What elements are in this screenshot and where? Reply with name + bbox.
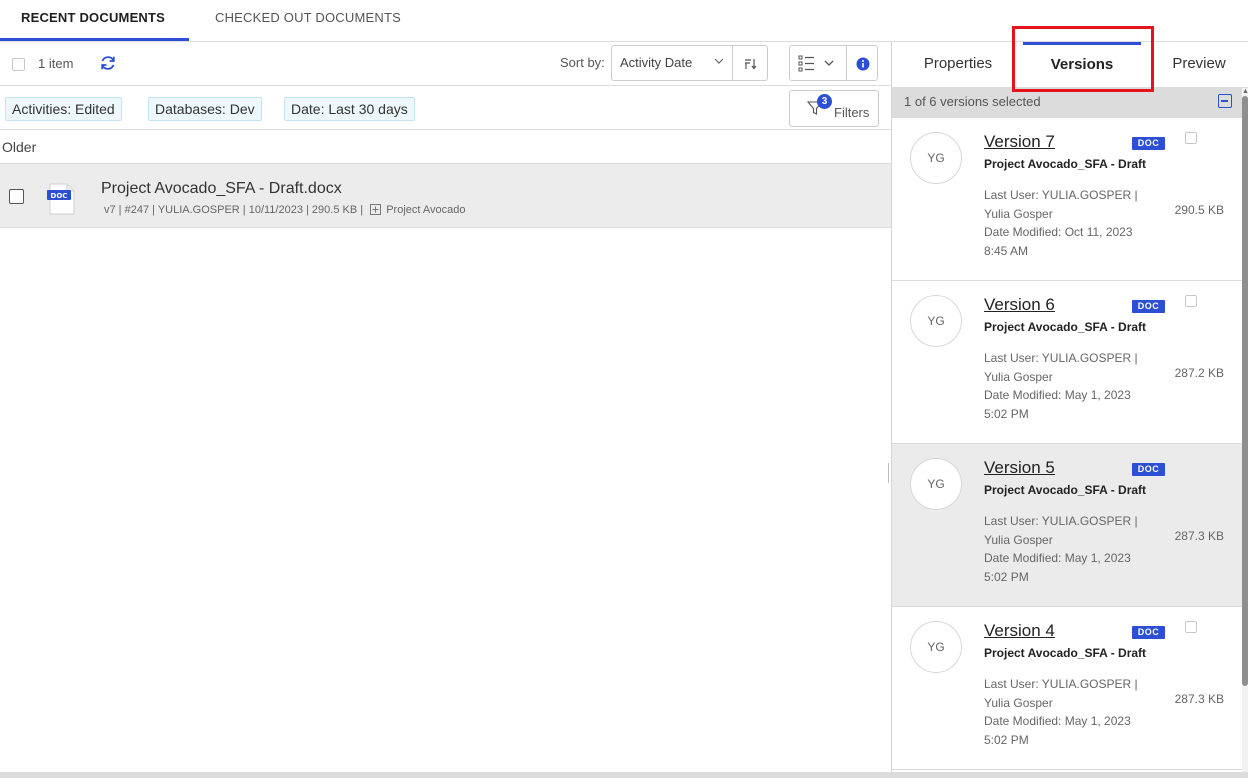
version-document-name: Project Avocado_SFA - Draft xyxy=(984,157,1147,171)
sort-direction-button[interactable] xyxy=(732,45,768,81)
tab-preview[interactable]: Preview xyxy=(1158,42,1240,88)
version-time-modified: 5:02 PM xyxy=(984,569,1029,584)
version-card[interactable]: YG Version 7 DOC Project Avocado_SFA - D… xyxy=(892,118,1242,281)
sort-direction-icon xyxy=(745,59,757,70)
version-size: 287.2 KB xyxy=(1174,366,1224,380)
version-details: Last User: YULIA.GOSPER | Yulia Gosper D… xyxy=(984,186,1164,260)
tab-checked-out-documents[interactable]: CHECKED OUT DOCUMENTS xyxy=(215,0,401,41)
version-title[interactable]: Version 7 xyxy=(984,132,1055,152)
versions-scrollbar-thumb[interactable] xyxy=(1242,96,1248,686)
version-card[interactable]: YG Version 4 DOC Project Avocado_SFA - D… xyxy=(892,607,1242,770)
version-details: Last User: YULIA.GOSPER | Yulia Gosper D… xyxy=(984,675,1164,749)
version-last-user: Last User: YULIA.GOSPER | xyxy=(984,514,1138,528)
list-view-icon xyxy=(798,55,834,72)
sort-by-value: Activity Date xyxy=(620,55,693,70)
version-size: 287.3 KB xyxy=(1174,529,1224,543)
doc-badge: DOC xyxy=(1132,626,1165,639)
version-last-user: Last User: YULIA.GOSPER | xyxy=(984,677,1138,691)
version-document-name: Project Avocado_SFA - Draft xyxy=(984,320,1147,334)
bottom-bar xyxy=(0,772,1248,778)
tab-versions[interactable]: Versions xyxy=(1023,42,1141,88)
view-mode-button[interactable] xyxy=(789,45,847,81)
info-button[interactable] xyxy=(846,45,878,81)
collapse-icon[interactable] xyxy=(1218,94,1232,108)
filters-label: Filters xyxy=(834,105,870,120)
version-time-modified: 8:45 AM xyxy=(984,243,1029,258)
doc-badge: DOC xyxy=(1132,463,1165,476)
tab-properties[interactable]: Properties xyxy=(902,42,1014,88)
avatar: YG xyxy=(910,621,962,673)
version-selection-text: 1 of 6 versions selected xyxy=(904,94,1041,109)
chevron-down-icon xyxy=(714,58,724,64)
avatar: YG xyxy=(910,295,962,347)
doc-file-icon: DOC xyxy=(47,183,75,215)
version-title[interactable]: Version 5 xyxy=(984,458,1055,478)
version-date-modified: Date Modified: May 1, 2023 xyxy=(984,714,1131,728)
version-selection-bar: 1 of 6 versions selected xyxy=(892,88,1242,118)
version-date-modified: Date Modified: Oct 11, 2023 xyxy=(984,225,1133,239)
version-date-modified: Date Modified: May 1, 2023 xyxy=(984,551,1131,565)
document-row[interactable]: DOC Project Avocado_SFA - Draft.docx v7 … xyxy=(0,164,891,228)
tab-recent-documents[interactable]: RECENT DOCUMENTS xyxy=(0,0,189,41)
version-document-name: Project Avocado_SFA - Draft xyxy=(984,646,1147,660)
scroll-up-arrow-icon[interactable]: ▲ xyxy=(1242,88,1248,96)
version-size: 287.3 KB xyxy=(1174,692,1224,706)
version-details: Last User: YULIA.GOSPER | Yulia Gosper D… xyxy=(984,349,1164,423)
doc-badge: DOC xyxy=(1132,300,1165,313)
version-time-modified: 5:02 PM xyxy=(984,406,1029,421)
info-icon xyxy=(856,57,870,71)
version-checkbox[interactable] xyxy=(1185,621,1197,633)
filters-count-badge: 3 xyxy=(817,94,832,109)
version-checkbox[interactable] xyxy=(1185,132,1197,144)
filters-button[interactable]: 3 Filters xyxy=(789,90,879,127)
avatar: YG xyxy=(910,132,962,184)
version-date-modified: Date Modified: May 1, 2023 xyxy=(984,388,1131,402)
version-document-name: Project Avocado_SFA - Draft xyxy=(984,483,1147,497)
document-workspace[interactable]: Project Avocado xyxy=(386,204,465,216)
version-checkbox[interactable] xyxy=(1185,295,1197,307)
version-card[interactable]: YG Version 6 DOC Project Avocado_SFA - D… xyxy=(892,281,1242,444)
version-title[interactable]: Version 6 xyxy=(984,295,1055,315)
doc-file-badge: DOC xyxy=(51,192,68,200)
filter-chip-databases[interactable]: Databases: Dev xyxy=(148,97,262,121)
version-card-selected[interactable]: YG Version 5 DOC Project Avocado_SFA - D… xyxy=(892,444,1242,607)
version-user-name: Yulia Gosper xyxy=(984,206,1053,221)
group-header-older: Older xyxy=(0,131,891,164)
version-last-user: Last User: YULIA.GOSPER | xyxy=(984,351,1138,365)
document-title[interactable]: Project Avocado_SFA - Draft.docx xyxy=(101,180,342,198)
version-user-name: Yulia Gosper xyxy=(984,532,1053,547)
document-list-pane: 1 item Sort by: Activity Date Activities… xyxy=(0,42,891,778)
item-count: 1 item xyxy=(38,56,74,71)
version-size: 290.5 KB xyxy=(1174,203,1224,217)
filter-chip-activities[interactable]: Activities: Edited xyxy=(5,97,122,121)
version-user-name: Yulia Gosper xyxy=(984,695,1053,710)
version-user-name: Yulia Gosper xyxy=(984,369,1053,384)
active-filters-row: Activities: Edited Databases: Dev Date: … xyxy=(0,86,891,130)
filter-chip-date[interactable]: Date: Last 30 days xyxy=(284,97,415,121)
select-all-checkbox[interactable] xyxy=(12,58,25,71)
sort-by-label: Sort by: xyxy=(560,55,605,70)
list-toolbar: 1 item Sort by: Activity Date xyxy=(0,42,891,86)
details-tab-bar: Properties Versions Preview xyxy=(892,42,1248,88)
sort-by-select[interactable]: Activity Date xyxy=(611,45,733,81)
document-row-checkbox[interactable] xyxy=(9,189,24,204)
document-meta: v7 | #247 | YULIA.GOSPER | 10/11/2023 | … xyxy=(104,204,466,216)
avatar: YG xyxy=(910,458,962,510)
version-time-modified: 5:02 PM xyxy=(984,732,1029,747)
refresh-icon[interactable] xyxy=(98,53,118,73)
document-meta-text: v7 | #247 | YULIA.GOSPER | 10/11/2023 | … xyxy=(104,204,364,216)
workspace-icon xyxy=(370,204,382,215)
top-tab-bar: RECENT DOCUMENTS CHECKED OUT DOCUMENTS xyxy=(0,0,1248,42)
details-pane: Properties Versions Preview 1 of 6 versi… xyxy=(892,42,1248,772)
version-details: Last User: YULIA.GOSPER | Yulia Gosper D… xyxy=(984,512,1164,586)
version-last-user: Last User: YULIA.GOSPER | xyxy=(984,188,1138,202)
version-title[interactable]: Version 4 xyxy=(984,621,1055,641)
doc-badge: DOC xyxy=(1132,137,1165,150)
